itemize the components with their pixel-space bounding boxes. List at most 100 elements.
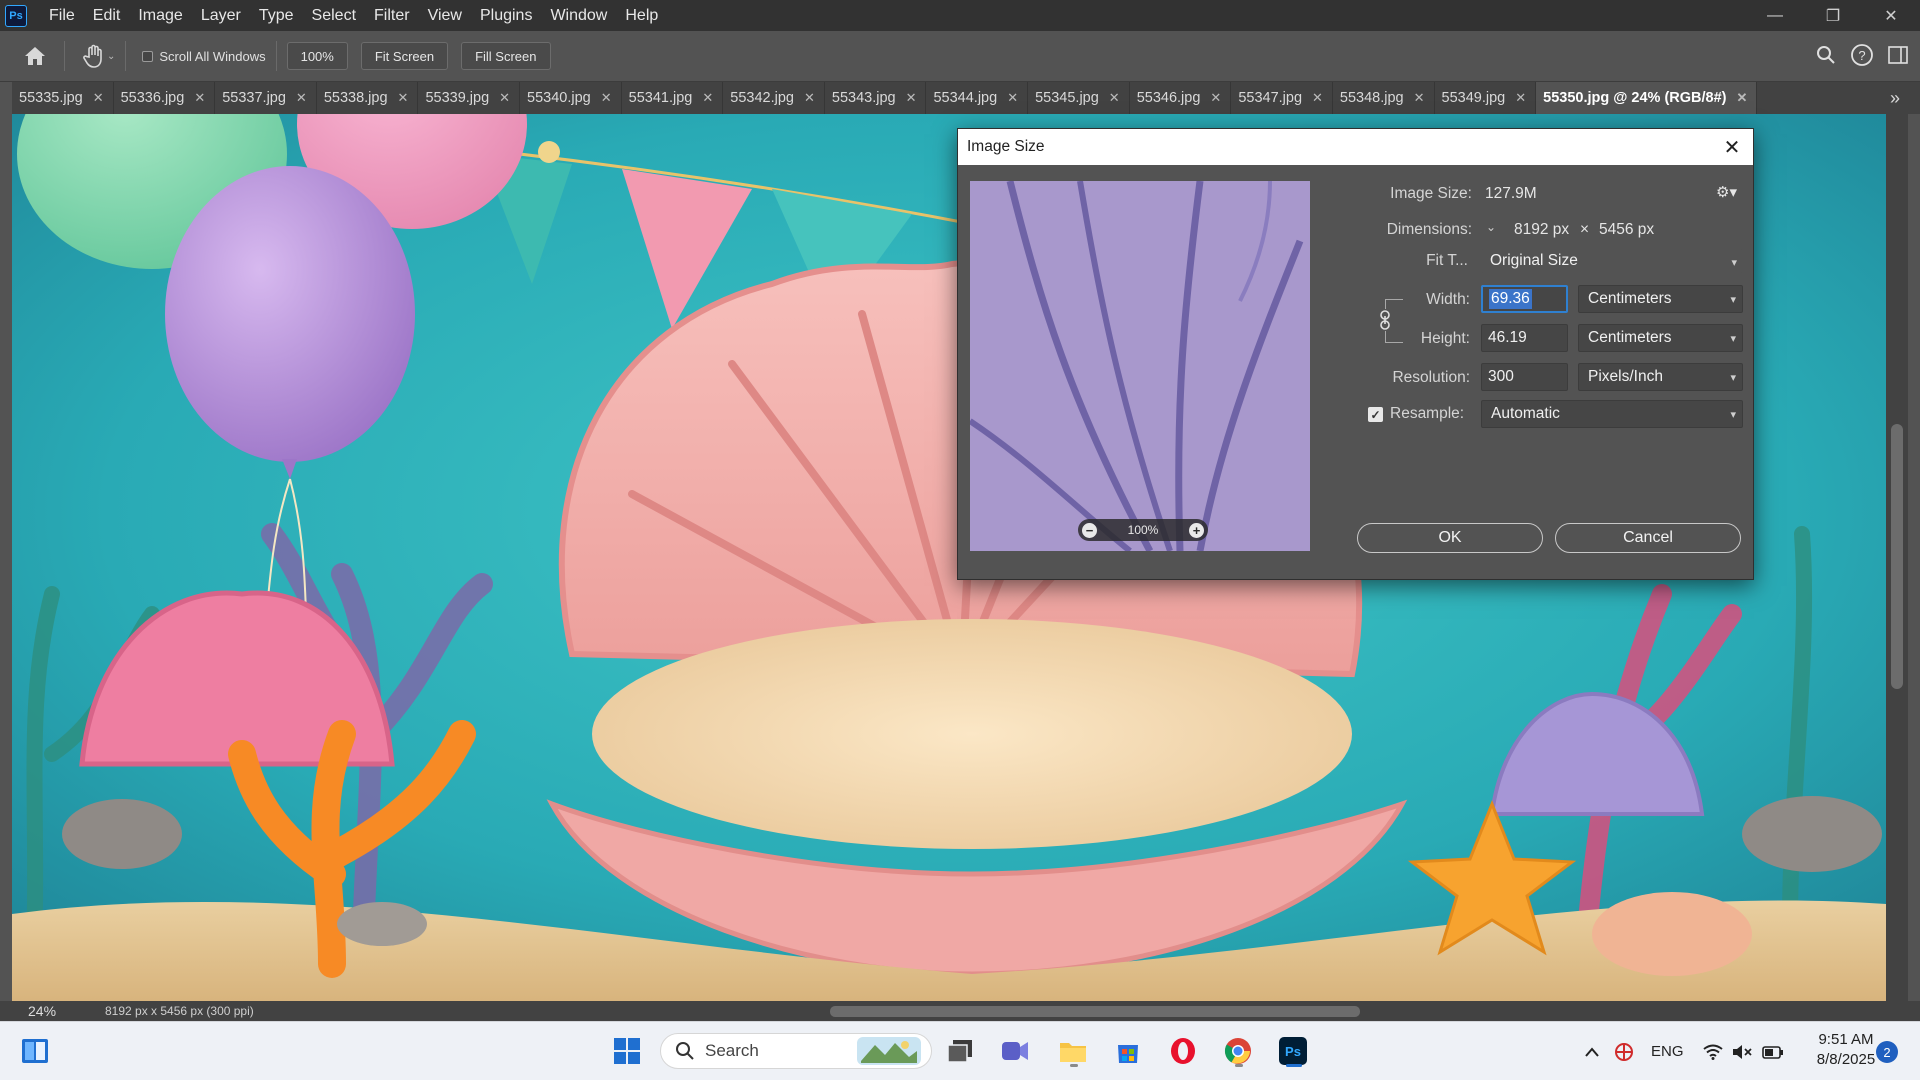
- tab-document[interactable]: 55339.jpg ✕: [418, 82, 521, 114]
- menu-type[interactable]: Type: [250, 0, 303, 31]
- tab-document[interactable]: 55342.jpg ✕: [723, 82, 825, 114]
- close-tab-icon[interactable]: ✕: [1312, 90, 1323, 106]
- dimensions-dropdown-chevron-icon[interactable]: ⌄: [1486, 220, 1496, 234]
- tab-document[interactable]: 55335.jpg ✕: [12, 82, 114, 114]
- close-tab-icon[interactable]: ✕: [601, 90, 612, 106]
- tool-preset-chevron-icon[interactable]: ⌄: [107, 51, 115, 62]
- menu-view[interactable]: View: [419, 0, 471, 31]
- ok-button[interactable]: OK: [1357, 523, 1543, 553]
- gear-icon[interactable]: ⚙▾: [1716, 183, 1737, 201]
- zoom-100-button[interactable]: 100%: [286, 42, 348, 70]
- chrome-icon[interactable]: [1219, 1032, 1257, 1070]
- battery-icon[interactable]: [1762, 1022, 1784, 1080]
- tab-document[interactable]: 55347.jpg ✕: [1231, 82, 1333, 114]
- fit-screen-button[interactable]: Fit Screen: [360, 42, 449, 70]
- window-controls: — ❐ ✕: [1746, 0, 1920, 31]
- language-indicator[interactable]: ENG: [1651, 1022, 1684, 1080]
- task-view-icon[interactable]: [941, 1032, 979, 1070]
- menu-image[interactable]: Image: [129, 0, 191, 31]
- tab-overflow-icon[interactable]: »: [1890, 82, 1900, 114]
- close-tab-icon[interactable]: ✕: [398, 90, 409, 106]
- close-tab-icon[interactable]: ✕: [1515, 90, 1526, 106]
- notification-badge[interactable]: 2: [1876, 1041, 1898, 1063]
- photoshop-logo-icon[interactable]: Ps: [5, 4, 27, 27]
- widgets-icon[interactable]: [16, 1032, 54, 1070]
- search-icon[interactable]: [1816, 45, 1836, 69]
- document-info[interactable]: 8192 px x 5456 px (300 ppi): [75, 1004, 254, 1018]
- close-tab-icon[interactable]: ✕: [499, 90, 510, 106]
- menu-filter[interactable]: Filter: [365, 0, 419, 31]
- close-tab-icon[interactable]: ✕: [194, 90, 205, 106]
- tab-document[interactable]: 55341.jpg ✕: [622, 82, 724, 114]
- tab-document[interactable]: 55346.jpg ✕: [1130, 82, 1232, 114]
- tab-document[interactable]: 55340.jpg ✕: [520, 82, 622, 114]
- resolution-input[interactable]: 300: [1481, 363, 1568, 391]
- fit-to-dropdown[interactable]: Original Size ▾: [1481, 249, 1743, 273]
- volume-muted-icon[interactable]: [1732, 1022, 1752, 1080]
- close-icon[interactable]: ✕: [1719, 134, 1745, 160]
- show-hidden-icons[interactable]: [1584, 1022, 1600, 1080]
- file-explorer-icon[interactable]: [1054, 1032, 1092, 1070]
- menu-file[interactable]: File: [40, 0, 84, 31]
- menu-layer[interactable]: Layer: [192, 0, 250, 31]
- home-icon[interactable]: [16, 37, 54, 75]
- workspace-icon[interactable]: [1888, 45, 1908, 68]
- wifi-icon[interactable]: [1703, 1022, 1723, 1080]
- cancel-button[interactable]: Cancel: [1555, 523, 1741, 553]
- close-tab-icon[interactable]: ✕: [93, 90, 104, 106]
- tab-document[interactable]: 55337.jpg ✕: [215, 82, 317, 114]
- zoom-out-icon[interactable]: −: [1082, 522, 1097, 538]
- tab-document[interactable]: 55336.jpg ✕: [114, 82, 216, 114]
- close-tab-icon[interactable]: ✕: [1109, 90, 1120, 106]
- microsoft-store-icon[interactable]: [1109, 1032, 1147, 1070]
- checkbox-box[interactable]: [142, 50, 154, 62]
- resample-checkbox[interactable]: ✓: [1368, 407, 1383, 422]
- fill-screen-button[interactable]: Fill Screen: [461, 42, 551, 70]
- height-unit-dropdown[interactable]: Centimeters ▾: [1578, 324, 1743, 352]
- vpn-tray-icon[interactable]: [1614, 1022, 1634, 1080]
- width-unit-dropdown[interactable]: Centimeters ▾: [1578, 285, 1743, 313]
- width-input[interactable]: 69.36: [1481, 285, 1568, 313]
- help-icon[interactable]: ?: [1850, 43, 1874, 71]
- zoom-in-icon[interactable]: +: [1188, 522, 1204, 538]
- close-tab-icon[interactable]: ✕: [1414, 90, 1425, 106]
- close-window-button[interactable]: ✕: [1862, 0, 1920, 31]
- tab-document[interactable]: 55338.jpg ✕: [317, 82, 419, 114]
- opera-icon[interactable]: [1164, 1032, 1202, 1070]
- teams-meet-icon[interactable]: [996, 1032, 1034, 1070]
- link-icon[interactable]: [1378, 309, 1392, 331]
- close-tab-icon[interactable]: ✕: [906, 90, 917, 106]
- tab-document[interactable]: 55343.jpg ✕: [825, 82, 927, 114]
- zoom-level[interactable]: 24%: [0, 1003, 75, 1019]
- menu-select[interactable]: Select: [303, 0, 365, 31]
- image-preview[interactable]: − 100% +: [970, 181, 1310, 551]
- close-tab-icon[interactable]: ✕: [1737, 90, 1748, 106]
- resolution-unit-dropdown[interactable]: Pixels/Inch ▾: [1578, 363, 1743, 391]
- tab-active-document[interactable]: 55350.jpg @ 24% (RGB/8#) ✕: [1536, 82, 1758, 114]
- start-icon[interactable]: [608, 1032, 646, 1070]
- photoshop-taskbar-icon[interactable]: Ps: [1274, 1032, 1312, 1070]
- restore-button[interactable]: ❐: [1804, 0, 1862, 31]
- height-input[interactable]: 46.19: [1481, 324, 1568, 352]
- resample-dropdown[interactable]: Automatic ▾: [1481, 400, 1743, 428]
- close-tab-icon[interactable]: ✕: [702, 90, 713, 106]
- tab-document[interactable]: 55348.jpg ✕: [1333, 82, 1435, 114]
- close-tab-icon[interactable]: ✕: [1210, 90, 1221, 106]
- tab-document[interactable]: 55344.jpg ✕: [926, 82, 1029, 114]
- close-tab-icon[interactable]: ✕: [804, 90, 815, 106]
- scroll-all-windows-checkbox[interactable]: Scroll All Windows: [142, 49, 266, 64]
- menu-edit[interactable]: Edit: [84, 0, 130, 31]
- vertical-scrollbar[interactable]: [1886, 114, 1908, 1001]
- horizontal-scrollbar-thumb[interactable]: [830, 1006, 1360, 1017]
- menu-help[interactable]: Help: [616, 0, 667, 31]
- tab-document[interactable]: 55345.jpg ✕: [1028, 82, 1130, 114]
- vertical-scrollbar-thumb[interactable]: [1891, 424, 1903, 689]
- taskbar-search[interactable]: Search: [660, 1033, 932, 1069]
- menu-plugins[interactable]: Plugins: [471, 0, 541, 31]
- tab-document[interactable]: 55349.jpg ✕: [1435, 82, 1537, 114]
- minimize-button[interactable]: —: [1746, 0, 1804, 31]
- close-tab-icon[interactable]: ✕: [296, 90, 307, 106]
- menu-window[interactable]: Window: [541, 0, 616, 31]
- close-tab-icon[interactable]: ✕: [1007, 90, 1018, 106]
- dialog-title-bar[interactable]: Image Size ✕: [958, 129, 1753, 165]
